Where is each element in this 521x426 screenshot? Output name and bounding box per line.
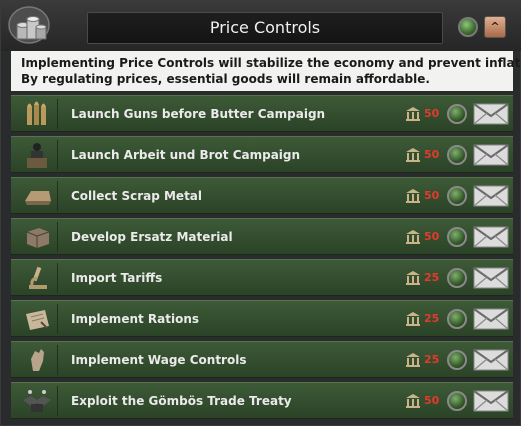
political-power-icon bbox=[405, 229, 421, 245]
decision-row[interactable]: Develop Ersatz Material 50 bbox=[11, 218, 513, 255]
decision-label: Collect Scrap Metal bbox=[71, 189, 203, 203]
confirm-envelope-button[interactable] bbox=[473, 389, 509, 413]
coins-icon bbox=[8, 6, 50, 44]
window-title: Price Controls bbox=[87, 12, 443, 44]
decision-row[interactable]: Collect Scrap Metal 50 bbox=[11, 177, 513, 214]
confirm-envelope-button[interactable] bbox=[473, 184, 509, 208]
political-power-icon bbox=[405, 311, 421, 327]
panel-header: Price Controls ^ bbox=[1, 1, 521, 51]
confirm-envelope-button[interactable] bbox=[473, 307, 509, 331]
bullets-icon bbox=[17, 99, 58, 129]
confirm-envelope-button[interactable] bbox=[473, 143, 509, 167]
decision-cost: 50 bbox=[424, 107, 440, 120]
decision-cost: 50 bbox=[424, 189, 440, 202]
status-indicator-icon[interactable] bbox=[447, 309, 467, 329]
decision-label: Import Tariffs bbox=[71, 271, 163, 285]
status-indicator-icon[interactable] bbox=[447, 391, 467, 411]
status-indicator-icon[interactable] bbox=[447, 350, 467, 370]
confirm-envelope-button[interactable] bbox=[473, 266, 509, 290]
decision-label: Implement Rations bbox=[71, 312, 200, 326]
green-indicator-icon[interactable] bbox=[458, 17, 478, 37]
decision-label: Develop Ersatz Material bbox=[71, 230, 233, 244]
decision-cost: 50 bbox=[424, 394, 440, 407]
description-box: Implementing Price Controls will stabili… bbox=[11, 51, 521, 91]
metal-ingot-icon bbox=[17, 181, 58, 211]
confirm-envelope-button[interactable] bbox=[473, 102, 509, 126]
status-indicator-icon[interactable] bbox=[447, 145, 467, 165]
decision-row[interactable]: Import Tariffs 25 bbox=[11, 259, 513, 296]
decision-list: Launch Guns before Butter Campaign 50 Laun… bbox=[11, 95, 513, 423]
decision-row[interactable]: Launch Guns before Butter Campaign 50 bbox=[11, 95, 513, 132]
decision-row[interactable]: Launch Arbeit und Brot Campaign 50 bbox=[11, 136, 513, 173]
price-controls-panel: Price Controls ^ Implementing Price Cont… bbox=[0, 0, 521, 426]
decision-label: Exploit the Gömbös Trade Treaty bbox=[71, 394, 292, 408]
political-power-icon bbox=[405, 393, 421, 409]
status-indicator-icon[interactable] bbox=[447, 227, 467, 247]
collapse-up-icon[interactable]: ^ bbox=[484, 16, 506, 38]
description-line: By regulating prices, essential goods wi… bbox=[21, 72, 430, 86]
decision-row[interactable]: Implement Wage Controls 25 bbox=[11, 341, 513, 378]
political-power-icon bbox=[405, 147, 421, 163]
political-power-icon bbox=[405, 352, 421, 368]
political-power-icon bbox=[405, 270, 421, 286]
decision-cost: 50 bbox=[424, 230, 440, 243]
decision-cost: 25 bbox=[424, 271, 440, 284]
decision-label: Launch Guns before Butter Campaign bbox=[71, 107, 326, 121]
speaker-podium-icon bbox=[17, 140, 58, 170]
decision-row[interactable]: Exploit the Gömbös Trade Treaty 50 bbox=[11, 382, 513, 419]
microscope-icon bbox=[17, 263, 58, 293]
confirm-envelope-button[interactable] bbox=[473, 348, 509, 372]
hand-icon bbox=[17, 345, 58, 375]
decision-label: Implement Wage Controls bbox=[71, 353, 247, 367]
status-indicator-icon[interactable] bbox=[447, 186, 467, 206]
decision-cost: 25 bbox=[424, 312, 440, 325]
description-line: Implementing Price Controls will stabili… bbox=[21, 56, 521, 70]
decision-cost: 25 bbox=[424, 353, 440, 366]
status-indicator-icon[interactable] bbox=[447, 268, 467, 288]
decision-cost: 50 bbox=[424, 148, 440, 161]
political-power-icon bbox=[405, 188, 421, 204]
material-crate-icon bbox=[17, 222, 58, 252]
decision-label: Launch Arbeit und Brot Campaign bbox=[71, 148, 301, 162]
ration-paper-icon bbox=[17, 304, 58, 334]
decision-row[interactable]: Implement Rations 25 bbox=[11, 300, 513, 337]
confirm-envelope-button[interactable] bbox=[473, 225, 509, 249]
political-power-icon bbox=[405, 106, 421, 122]
status-indicator-icon[interactable] bbox=[447, 104, 467, 124]
handshake-icon bbox=[17, 386, 58, 416]
